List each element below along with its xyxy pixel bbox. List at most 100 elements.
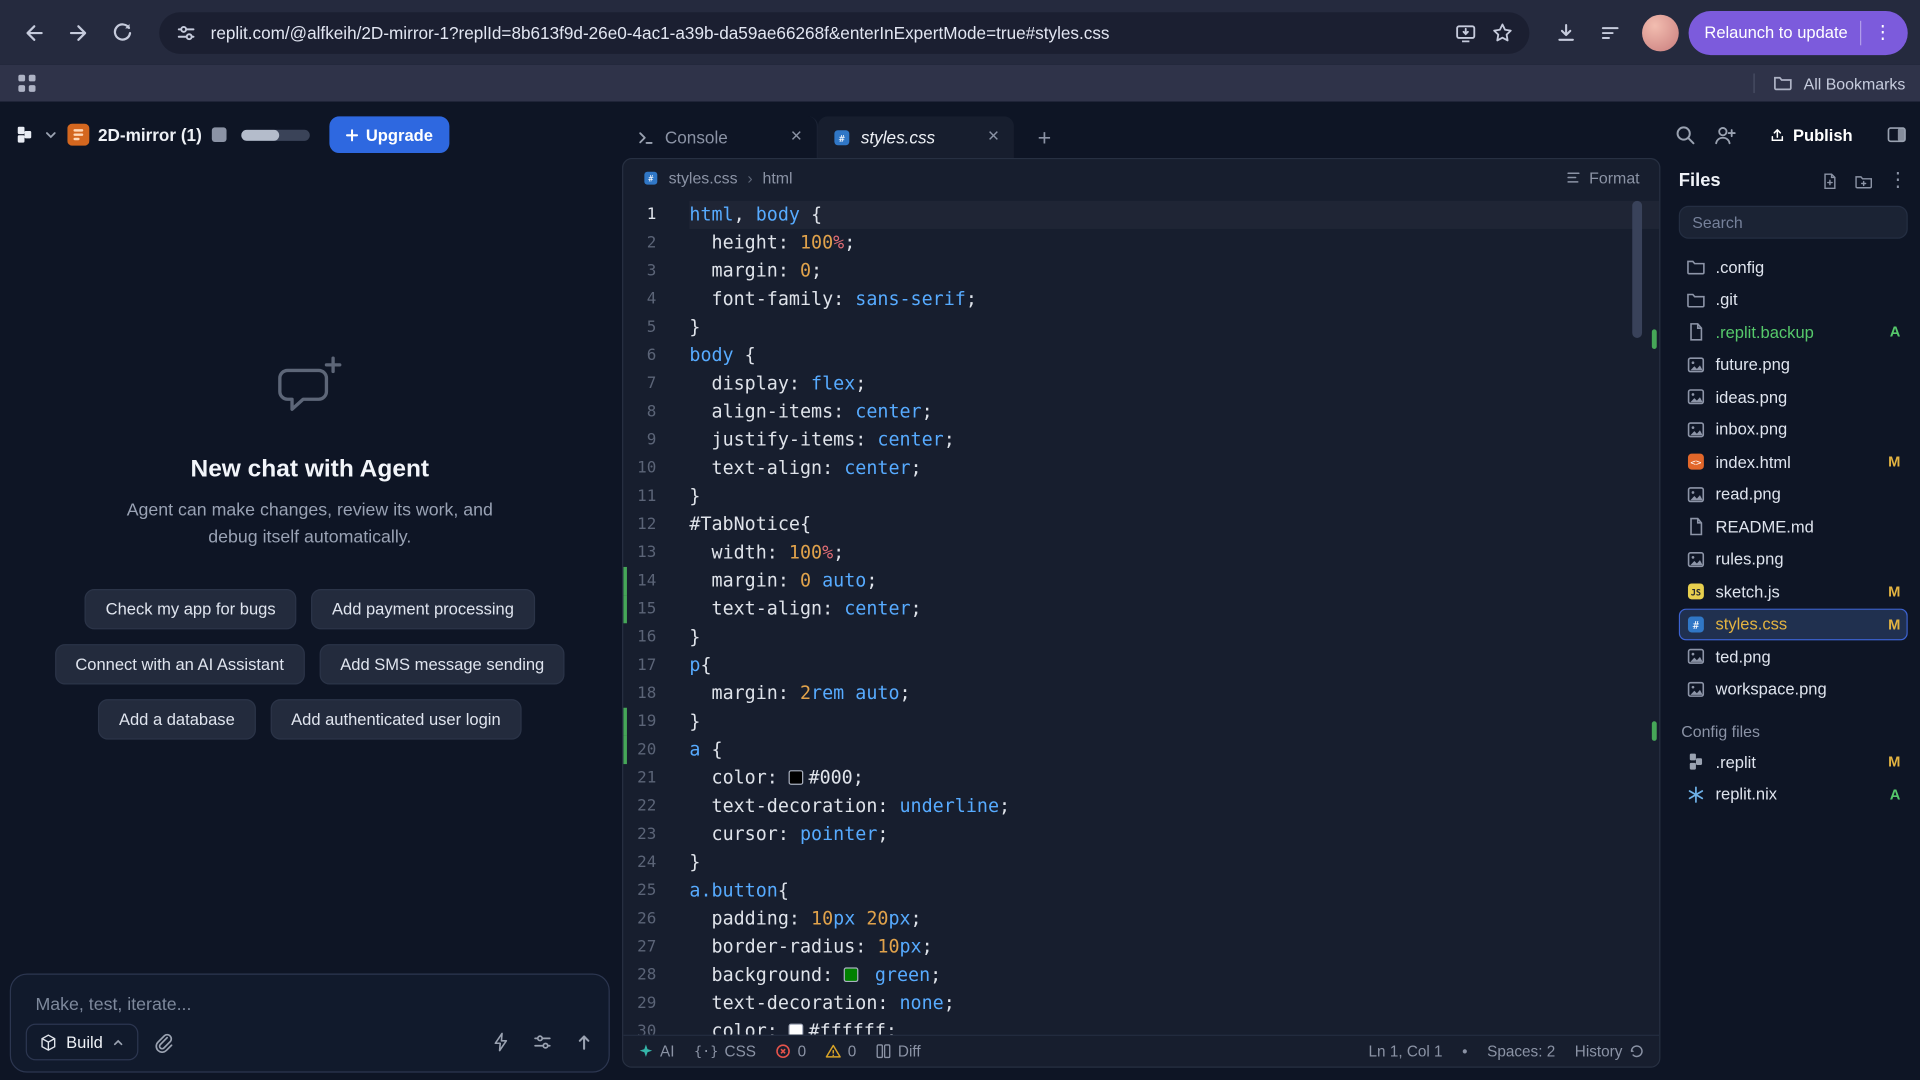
code-line[interactable]: } [689,708,1659,736]
code-line[interactable]: a { [689,736,1659,764]
language-indicator[interactable]: {·} CSS [694,1043,756,1060]
tab-console[interactable]: Console× [622,116,818,158]
ai-status[interactable]: AI [638,1043,675,1060]
format-button[interactable]: Format [1565,168,1640,186]
history-button[interactable]: History [1575,1043,1645,1060]
invite-icon[interactable] [1713,123,1736,146]
send-icon[interactable] [574,1032,594,1052]
code-line[interactable]: } [689,849,1659,877]
settings-sliders-icon[interactable] [533,1032,553,1052]
warning-count[interactable]: 0 [826,1043,857,1060]
file-index-html[interactable]: <>index.htmlM [1679,446,1908,478]
file-read-png[interactable]: read.png [1679,478,1908,510]
code-line[interactable]: a.button{ [689,877,1659,905]
code-line[interactable]: text-decoration: underline; [689,792,1659,820]
file-readme-md[interactable]: README.md [1679,511,1908,543]
code-line[interactable]: width: 100%; [689,539,1659,567]
code-line[interactable]: } [689,482,1659,510]
indentation-setting[interactable]: Spaces: 2 [1487,1043,1555,1060]
bookmark-star-icon[interactable] [1490,20,1514,44]
agent-input[interactable] [21,984,599,1026]
suggestion-add-payment-processing[interactable]: Add payment processing [311,588,535,628]
replit-logo[interactable] [15,125,35,145]
code-line[interactable]: color: #000; [689,764,1659,792]
code-line[interactable]: display: flex; [689,370,1659,398]
code-line[interactable]: color: #ffffff; [689,1018,1659,1035]
code-line[interactable]: } [689,623,1659,651]
code-line[interactable]: text-decoration: none; [689,989,1659,1017]
code-line[interactable]: border-radius: 10px; [689,933,1659,961]
suggestion-add-a-database[interactable]: Add a database [98,699,255,739]
close-tab-icon[interactable]: × [988,127,999,147]
address-bar[interactable]: replit.com/@alfkeih/2D-mirror-1?replId=8… [159,12,1529,54]
code-line[interactable]: p{ [689,651,1659,679]
code-line[interactable]: margin: 0; [689,257,1659,285]
file-inbox-png[interactable]: inbox.png [1679,413,1908,445]
chevron-down-icon[interactable] [44,128,57,141]
site-controls-icon[interactable] [174,20,198,44]
file-replit[interactable]: .replitM [1679,746,1908,778]
editor-scrollbar[interactable] [1632,201,1642,338]
quick-actions-icon[interactable] [491,1032,511,1052]
breadcrumb-node[interactable]: html [762,168,792,186]
file-ideas-png[interactable]: ideas.png [1679,381,1908,413]
code-line[interactable]: justify-items: center; [689,426,1659,454]
code-line[interactable]: body { [689,342,1659,370]
file-config[interactable]: .config [1679,251,1908,283]
forward-icon[interactable] [60,14,97,51]
install-app-icon[interactable] [1453,20,1477,44]
relaunch-to-update-button[interactable]: Relaunch to update ⋮ [1688,10,1907,54]
search-icon[interactable] [1674,124,1696,146]
repl-switcher[interactable]: 2D-mirror (1) [67,124,201,146]
code-editor[interactable]: 1234567891011121314151617181920212223242… [623,196,1659,1035]
downloads-icon[interactable] [1548,14,1585,51]
close-tab-icon[interactable]: × [791,127,802,147]
suggestion-add-sms-message-sending[interactable]: Add SMS message sending [319,643,565,683]
files-menu-icon[interactable]: ⋮ [1888,171,1908,191]
file-replit-backup[interactable]: .replit.backupA [1679,316,1908,348]
browser-menu-icon[interactable]: ⋮ [1873,23,1891,41]
suggestion-connect-with-an-ai-assistant[interactable]: Connect with an AI Assistant [55,643,305,683]
file-future-png[interactable]: future.png [1679,348,1908,380]
file-workspace-png[interactable]: workspace.png [1679,673,1908,705]
diff-toggle[interactable]: Diff [876,1043,921,1060]
code-line[interactable]: margin: 0 auto; [689,567,1659,595]
file-search-input[interactable] [1679,206,1908,239]
breadcrumb-file[interactable]: styles.css [669,168,738,186]
code-line[interactable]: align-items: center; [689,398,1659,426]
code-line[interactable]: padding: 10px 20px; [689,905,1659,933]
cursor-position[interactable]: Ln 1, Col 1 [1369,1043,1443,1060]
layout-toggle-icon[interactable] [1886,124,1908,146]
suggestion-check-my-app-for-bugs[interactable]: Check my app for bugs [85,588,297,628]
stop-icon[interactable] [212,127,227,142]
reload-icon[interactable] [104,14,141,51]
file-git[interactable]: .git [1679,283,1908,315]
back-icon[interactable] [16,14,53,51]
code-line[interactable]: } [689,313,1659,341]
reading-list-icon[interactable] [1592,14,1629,51]
url-text[interactable]: replit.com/@alfkeih/2D-mirror-1?replId=8… [211,23,1441,43]
apps-grid-icon[interactable] [15,71,39,95]
all-bookmarks[interactable]: All Bookmarks [1753,72,1905,94]
code-line[interactable]: html, body { [689,201,1659,229]
tab-styles-css[interactable]: #styles.css× [818,116,1014,158]
code-line[interactable]: font-family: sans-serif; [689,285,1659,313]
new-file-icon[interactable] [1820,171,1840,191]
code-line[interactable]: text-align: center; [689,595,1659,623]
file-rules-png[interactable]: rules.png [1679,543,1908,575]
upgrade-button[interactable]: Upgrade [329,116,449,153]
file-sketch-js[interactable]: JSsketch.jsM [1679,576,1908,608]
file-replit-nix[interactable]: replit.nixA [1679,778,1908,810]
code-line[interactable]: #TabNotice{ [689,511,1659,539]
code-line[interactable]: background: green; [689,961,1659,989]
error-count[interactable]: 0 [776,1043,807,1060]
new-tab-icon[interactable]: + [1026,121,1063,158]
file-styles-css[interactable]: #styles.cssM [1679,608,1908,640]
new-folder-icon[interactable] [1854,171,1874,191]
code-line[interactable]: cursor: pointer; [689,820,1659,848]
code-line[interactable]: text-align: center; [689,454,1659,482]
file-ted-png[interactable]: ted.png [1679,640,1908,672]
build-button[interactable]: Build [26,1024,139,1061]
code-line[interactable]: height: 100%; [689,229,1659,257]
code-line[interactable]: margin: 2rem auto; [689,680,1659,708]
